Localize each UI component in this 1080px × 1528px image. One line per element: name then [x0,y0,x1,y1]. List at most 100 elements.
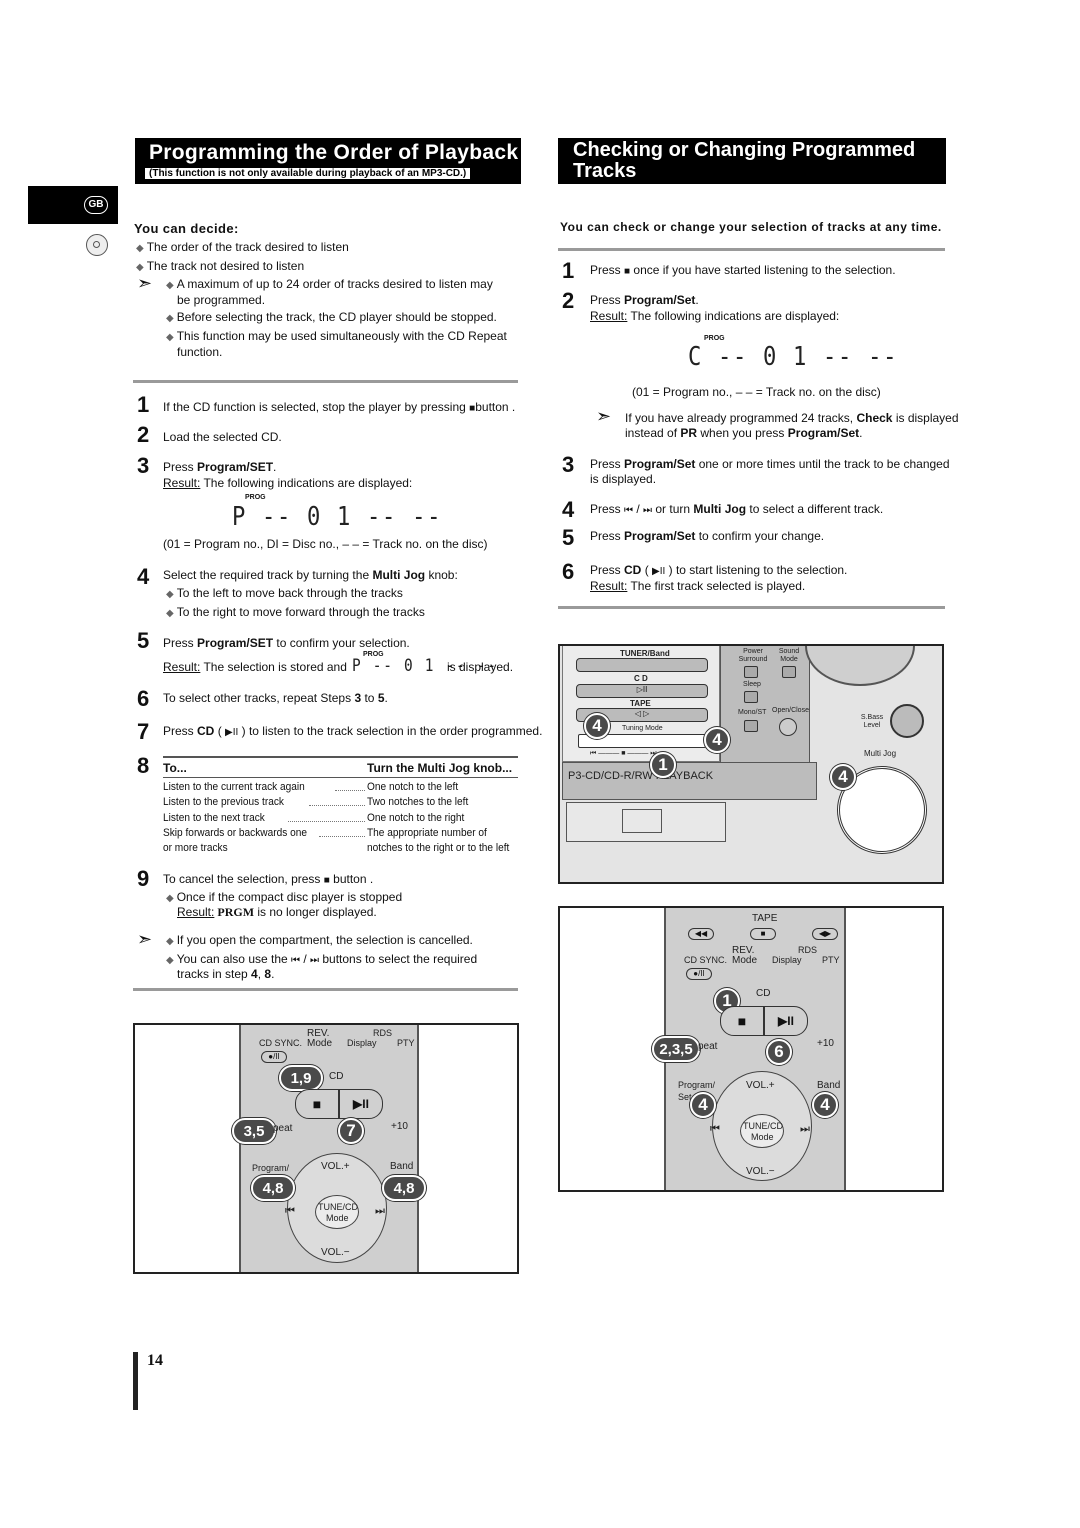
step-bullet-text: To the left to move back through the tra… [176,586,403,600]
step-text: Press Program/SET. [163,460,276,475]
program-label: Program/ [252,1163,290,1173]
tuning-mode-label: Tuning Mode [622,725,663,732]
left-title-box: Programming the Order of Playback (This … [135,138,521,184]
result-label: Result: [163,660,201,674]
rewind-button[interactable]: ◀◀ [688,928,714,940]
text-segment: To select other tracks, repeat Steps [163,691,355,705]
step-number: 9 [137,866,150,891]
bullet-icon: ◆ [166,313,174,324]
fast-forward-button[interactable]: ◀▶ [812,928,838,940]
text-segment: . [859,426,863,440]
display-caption: (01 = Program no., DI = Disc no., – – = … [163,537,488,551]
next-track-icon: ⏭ [643,505,653,516]
text-segment: / [300,952,311,966]
cd-button[interactable]: ▷II [576,684,708,698]
dot-leader [308,805,365,807]
bullet-icon: ◆ [136,243,144,254]
bullet-icon: ◆ [166,589,174,600]
text-segment: ) to listen to the track selection in th… [238,724,543,738]
prog-indicator: PROG [245,494,266,501]
tuner-band-button[interactable] [576,658,708,672]
decide-item-text: The track not desired to listen [146,259,305,273]
divider [558,248,945,251]
text-segment: Press [590,563,625,577]
sound-mode-label: Sound Mode [778,648,800,663]
step-text: If the CD function is selected, stop the… [163,400,515,416]
step-text: Press ⏮ / ⏭ or turn Multi Jog to select … [590,502,883,518]
multi-jog-label: Multi Jog [864,749,897,758]
display-label: Display [772,955,802,965]
tape-stop-button[interactable]: ■ [750,928,776,940]
text-segment: knob: [425,568,458,582]
callout-7: 7 [338,1118,364,1144]
step-result: Result: PRGM is no longer displayed. [177,905,377,920]
repeat-label: peat [698,1041,718,1052]
text-segment: ( [214,724,226,738]
text-segment: Press [590,293,625,307]
step-number: 8 [137,753,150,778]
text-segment: Press [590,263,625,277]
note: If you have already programmed 24 tracks… [625,411,959,426]
next-track-icon: ⏭ [800,1123,810,1135]
callout-4-8: 4,8 [251,1175,295,1201]
play-pause-button[interactable]: ▶II [764,1006,808,1036]
step-bullet-text: Once if the compact disc player is stopp… [176,890,403,904]
step-text: Press CD ( ▶II ) to listen to the track … [163,724,542,740]
previous-track-icon: ⏮ [710,1123,720,1135]
table-cell-action: Skip forwards or backwards one [163,826,307,839]
playback-label: P3-CD/CD-R/RW PLAYBACK [568,770,714,782]
seek-labels: ⏮ ——— ■ ——— ⏭ [590,750,657,757]
note: tracks in step 4, 8. [177,967,274,982]
cd-sync-button[interactable]: ●/II [686,968,712,980]
result-text: The first track selected is played. [627,579,806,593]
bold-text: Program/Set [624,457,696,471]
dot-leader [319,835,365,837]
stop-button[interactable]: ■ [295,1089,339,1119]
stop-button[interactable]: ■ [720,1006,764,1036]
s-bass-knob[interactable] [890,704,924,738]
bold-text: Multi Jog [372,568,426,582]
note: ◆ A maximum of up to 24 order of tracks d… [166,277,493,308]
bullet-icon: ◆ [166,893,174,904]
text-segment: Press [163,724,198,738]
cd-sync-button[interactable]: ●/II [261,1051,287,1063]
step-text: Press ■ once if you have started listeni… [590,263,896,279]
step-result: Result: The following indications are di… [163,476,412,491]
tune-cd-button[interactable] [315,1195,359,1229]
divider [133,380,518,383]
bullet-icon: ◆ [166,955,174,966]
bold-text: 4 [251,967,258,981]
decide-item-text: The order of the track desired to listen [146,240,349,254]
text-segment: is displayed [892,411,959,425]
cd-sync-label: CD SYNC. [259,1038,303,1048]
rds-label: RDS [373,1028,393,1038]
step-number: 7 [137,719,150,744]
mono-st-button[interactable] [744,720,758,732]
right-title-box: Checking or Changing Programmed Tracks [558,138,946,184]
repeat-label: peat [273,1123,293,1134]
result-bold: PRGM [214,905,255,919]
text-segment: button . [329,872,374,886]
callout-6: 6 [766,1039,792,1065]
decide-item: ◆ The track not desired to listen [136,259,304,275]
divider [558,606,945,609]
sound-mode-button[interactable] [782,666,796,678]
pty-label: PTY [397,1038,415,1048]
power-surround-button[interactable] [744,666,758,678]
remote-illustration: TAPE ◀◀ ■ ◀▶ REV. RDS CD SYNC. Mode Disp… [558,906,944,1192]
mode-label: Mode [732,955,758,966]
tune-cd-button[interactable] [740,1114,784,1148]
table-cell-result: One notch to the left [367,781,459,793]
decide-item: ◆ The order of the track desired to liste… [136,240,349,256]
sleep-button[interactable] [744,691,758,703]
text-segment: ) to start listening to the selection. [665,563,848,577]
text-segment: / [633,502,644,516]
step-number: 4 [137,564,150,589]
section-title: Checking or Changing Programmed Tracks [573,139,916,182]
play-pause-button[interactable]: ▶II [339,1089,383,1119]
bold-text: Multi Jog [693,502,747,516]
open-close-button[interactable] [779,718,797,736]
callout-4: 4 [704,727,730,753]
note-text: Before selecting the track, the CD playe… [176,310,497,324]
volume-knob[interactable] [805,646,915,686]
